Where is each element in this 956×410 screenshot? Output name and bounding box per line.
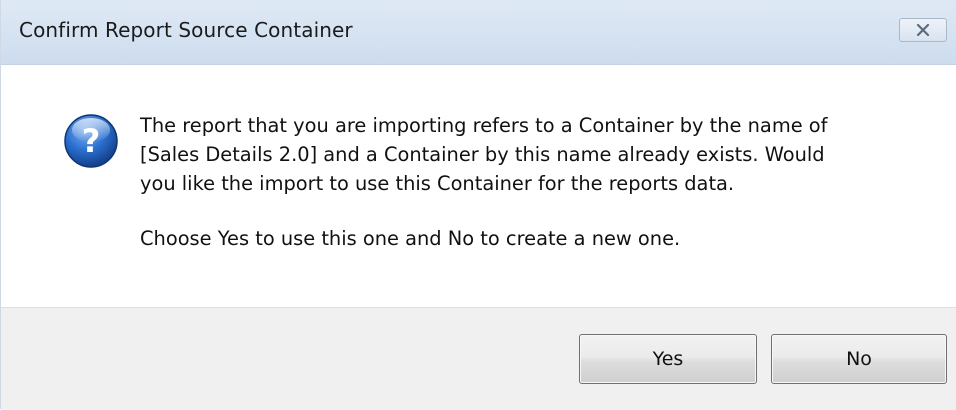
message-line-3: you like the import to use this Containe… [140, 172, 735, 195]
close-button[interactable] [899, 18, 947, 42]
message-instruction: Choose Yes to use this one and No to cre… [140, 227, 681, 250]
question-icon: ? [63, 113, 119, 169]
title-bar[interactable]: Confirm Report Source Container [1, 0, 956, 65]
window-title: Confirm Report Source Container [19, 18, 353, 42]
confirm-dialog: Confirm Report Source Container ? The re… [0, 0, 956, 410]
no-button[interactable]: No [771, 334, 947, 384]
close-icon [916, 24, 930, 36]
message-text: The report that you are importing refers… [140, 111, 920, 253]
yes-button[interactable]: Yes [579, 334, 757, 384]
message-line-1: The report that you are importing refers… [140, 114, 828, 137]
question-mark-glyph: ? [82, 122, 101, 160]
button-bar: Yes No [1, 307, 956, 410]
message-line-2: [Sales Details 2.0] and a Container by t… [140, 143, 825, 166]
message-area: ? The report that you are importing refe… [1, 65, 956, 307]
